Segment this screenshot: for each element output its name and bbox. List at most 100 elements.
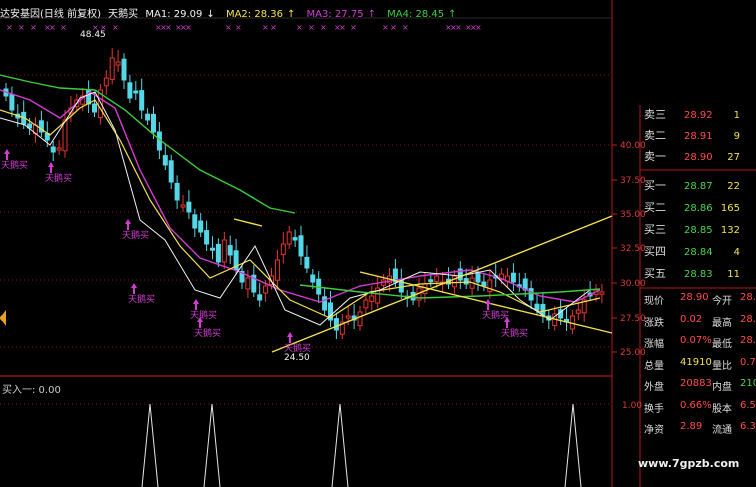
candle-body — [451, 275, 457, 288]
book-volume: 165 — [721, 203, 740, 214]
quote-label: 换手 — [644, 403, 664, 415]
ma3-line — [0, 89, 601, 303]
chart-canvas[interactable]: 天鹅买天鹅买天鹅买天鹅买天鹅买天鹅买天鹅买天鹅买天鹅买× × × ×× × × × × ××× ×… — [0, 0, 756, 487]
signal-star-marker: × — [235, 23, 242, 32]
candle-body — [133, 90, 139, 94]
buy-arrow-icon — [131, 283, 137, 294]
book-price: 28.83 — [684, 269, 713, 280]
candle-body — [463, 278, 469, 285]
candle-body — [204, 230, 210, 245]
candle-body — [475, 271, 481, 283]
price-tick-label: 25.00 — [620, 348, 646, 358]
candle-body — [575, 309, 581, 314]
candle-body — [510, 272, 516, 283]
order-book-rows: 卖三 28.92 1 卖二 28.91 9 卖一 28.90 27 买一 28.87 22 买二 28.8… — [640, 108, 756, 289]
quote-value: 0.7 — [740, 356, 756, 368]
signal-star-marker: × — [402, 23, 409, 32]
quote-label: 股本 — [712, 403, 732, 415]
high-price-label: 48.45 — [80, 30, 106, 40]
price-tick-label: 32.50 — [620, 244, 646, 254]
candle-body — [487, 279, 493, 293]
book-level-label: 买五 — [644, 267, 666, 280]
quote-value: 41910 — [680, 356, 712, 368]
book-volume: 9 — [734, 131, 740, 142]
signal-star-marker: × — [185, 23, 192, 32]
ma4-label: MA4: 28.45 ↑ — [387, 9, 457, 20]
signal-star-marker: × — [18, 23, 25, 32]
buy-signal-label: 天鹅买 — [128, 293, 155, 305]
candle-body — [9, 94, 15, 111]
buy-arrow-icon — [125, 219, 131, 230]
price-tick-label: 37.50 — [620, 176, 646, 186]
quote-label: 流通 — [712, 425, 732, 436]
signal-star-marker: × — [6, 23, 13, 32]
quote-label: 总量 — [644, 360, 664, 372]
candle-body — [263, 285, 269, 294]
indicator-spike — [141, 403, 159, 487]
candle-body — [357, 311, 363, 327]
candle-body — [127, 82, 133, 99]
watermark: www.7gpzb.com — [638, 457, 740, 470]
quote-value: 28.9 — [740, 313, 756, 325]
candle-body — [292, 237, 298, 241]
quote-value: 6.31 — [740, 421, 756, 432]
candlesticks — [3, 48, 605, 340]
candle-body — [227, 245, 233, 256]
book-price: 28.85 — [684, 225, 713, 236]
quote-value: 20883 — [680, 378, 712, 389]
trendline-support — [271, 215, 613, 353]
buy-signal-label: 天鹅买 — [1, 159, 28, 171]
sub-y-tick: 1.00 — [622, 401, 642, 411]
ma1-line — [0, 91, 591, 326]
buy-arrow-icon — [193, 299, 199, 310]
quote-label: 净资 — [644, 425, 664, 436]
candle-body — [345, 315, 351, 319]
quote-value: 28.9 — [740, 292, 756, 303]
book-volume: 1 — [734, 110, 740, 121]
book-level-label: 买一 — [644, 179, 666, 192]
candle-body — [186, 201, 192, 213]
candle-body — [286, 231, 292, 245]
signal-star-marker: × — [339, 23, 346, 32]
signal-star-marker: × — [49, 23, 56, 32]
quote-label: 最高 — [712, 317, 732, 329]
book-level-label: 卖二 — [644, 129, 666, 142]
candle-body — [56, 147, 62, 151]
signal-star-marker: × — [390, 23, 397, 32]
buy-signal-label: 天鹅买 — [501, 327, 528, 339]
quote-value: 0.07% — [680, 335, 712, 346]
ma3-label: MA3: 27.75 ↑ — [306, 9, 376, 20]
book-price: 28.87 — [684, 181, 713, 192]
indicator-panel — [141, 403, 582, 487]
quote-label: 量比 — [712, 360, 732, 372]
candle-body — [121, 58, 127, 81]
book-volume: 27 — [727, 152, 740, 163]
ma2-label: MA2: 28.36 ↑ — [225, 9, 296, 20]
indicator-spike — [564, 403, 582, 487]
signal-star-marker: × — [112, 23, 119, 32]
signal-star-marker: × — [60, 23, 67, 32]
candle-body — [274, 259, 280, 281]
book-volume: 132 — [721, 225, 740, 236]
book-price: 28.86 — [684, 203, 713, 214]
quote-label: 内盘 — [712, 382, 732, 393]
indicator-name: 天鹅买 — [108, 9, 139, 20]
candle-body — [145, 113, 151, 121]
buy-arrow-icon — [485, 299, 491, 310]
book-level-label: 买三 — [644, 223, 666, 236]
candle-body — [215, 243, 221, 263]
candle-body — [50, 146, 56, 153]
scroll-handle-icon[interactable] — [0, 315, 6, 321]
quote-label: 外盘 — [644, 382, 664, 393]
book-level-label: 卖一 — [644, 150, 666, 163]
candle-body — [369, 295, 375, 302]
quote-value: 0.02 — [680, 313, 703, 325]
book-volume: 11 — [727, 269, 740, 280]
book-volume: 22 — [727, 181, 740, 192]
price-tick-label: 35.00 — [620, 210, 646, 220]
indicator-value-label: 买入一: 0.00 — [2, 385, 61, 396]
candle-body — [92, 103, 97, 113]
signal-star-marker: × — [270, 23, 277, 32]
book-price: 28.91 — [684, 131, 713, 142]
candle-body — [298, 235, 304, 257]
